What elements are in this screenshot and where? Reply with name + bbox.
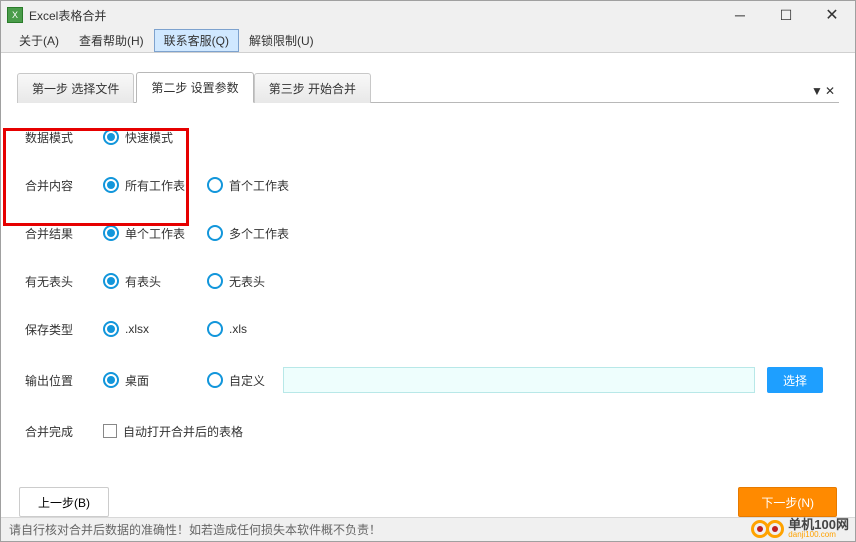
label-output-path: 输出位置 <box>25 372 103 389</box>
label-data-mode: 数据模式 <box>25 129 103 146</box>
label-merge-content: 合并内容 <box>25 177 103 194</box>
tabbar-close-icon[interactable]: ✕ <box>825 84 835 98</box>
radio-icon <box>207 177 223 193</box>
label-save-type: 保存类型 <box>25 321 103 338</box>
label-has-header: 有无表头 <box>25 273 103 290</box>
tab-step1[interactable]: 第一步 选择文件 <box>17 73 134 103</box>
checkbox-auto-open[interactable]: 自动打开合并后的表格 <box>103 423 243 440</box>
menu-about[interactable]: 关于(A) <box>9 29 69 52</box>
prev-button[interactable]: 上一步(B) <box>19 487 109 517</box>
close-button[interactable]: ✕ <box>809 1 855 29</box>
radio-multi-sheet[interactable]: 多个工作表 <box>207 225 311 242</box>
radio-icon <box>103 372 119 388</box>
radio-icon <box>207 321 223 337</box>
radio-xls[interactable]: .xls <box>207 321 311 337</box>
radio-no-header[interactable]: 无表头 <box>207 273 311 290</box>
tab-step2[interactable]: 第二步 设置参数 <box>136 72 253 103</box>
radio-icon <box>207 273 223 289</box>
minimize-button[interactable]: ─ <box>717 1 763 29</box>
app-icon: X <box>7 7 23 23</box>
label-merge-result: 合并结果 <box>25 225 103 242</box>
tabbar-dropdown-icon[interactable]: ▼ <box>811 84 823 98</box>
watermark-logo: 单机100网 danji100.com <box>751 518 849 539</box>
menu-help[interactable]: 查看帮助(H) <box>69 29 154 52</box>
radio-icon <box>207 372 223 388</box>
radio-icon <box>207 225 223 241</box>
radio-icon <box>103 225 119 241</box>
status-text: 请自行核对合并后数据的准确性！如若造成任何损失本软件概不负责！ <box>9 521 381 538</box>
checkbox-icon <box>103 424 117 438</box>
radio-all-sheets[interactable]: 所有工作表 <box>103 177 207 194</box>
radio-icon <box>103 273 119 289</box>
menu-contact[interactable]: 联系客服(Q) <box>154 29 239 52</box>
radio-xlsx[interactable]: .xlsx <box>103 321 207 337</box>
next-button[interactable]: 下一步(N) <box>738 487 837 517</box>
radio-desktop[interactable]: 桌面 <box>103 372 207 389</box>
custom-path-input[interactable] <box>283 367 755 393</box>
label-merge-done: 合并完成 <box>25 423 103 440</box>
radio-single-sheet[interactable]: 单个工作表 <box>103 225 207 242</box>
radio-first-sheet[interactable]: 首个工作表 <box>207 177 311 194</box>
menu-unlock[interactable]: 解锁限制(U) <box>239 29 324 52</box>
radio-has-header[interactable]: 有表头 <box>103 273 207 290</box>
select-path-button[interactable]: 选择 <box>767 367 823 393</box>
window-title: Excel表格合并 <box>29 7 717 24</box>
radio-icon <box>103 321 119 337</box>
tab-step3[interactable]: 第三步 开始合并 <box>254 73 371 103</box>
radio-icon <box>103 129 119 145</box>
radio-fast-mode[interactable]: 快速模式 <box>103 129 207 146</box>
radio-custom-path[interactable]: 自定义 <box>207 372 279 389</box>
maximize-button[interactable]: ☐ <box>763 1 809 29</box>
radio-icon <box>103 177 119 193</box>
